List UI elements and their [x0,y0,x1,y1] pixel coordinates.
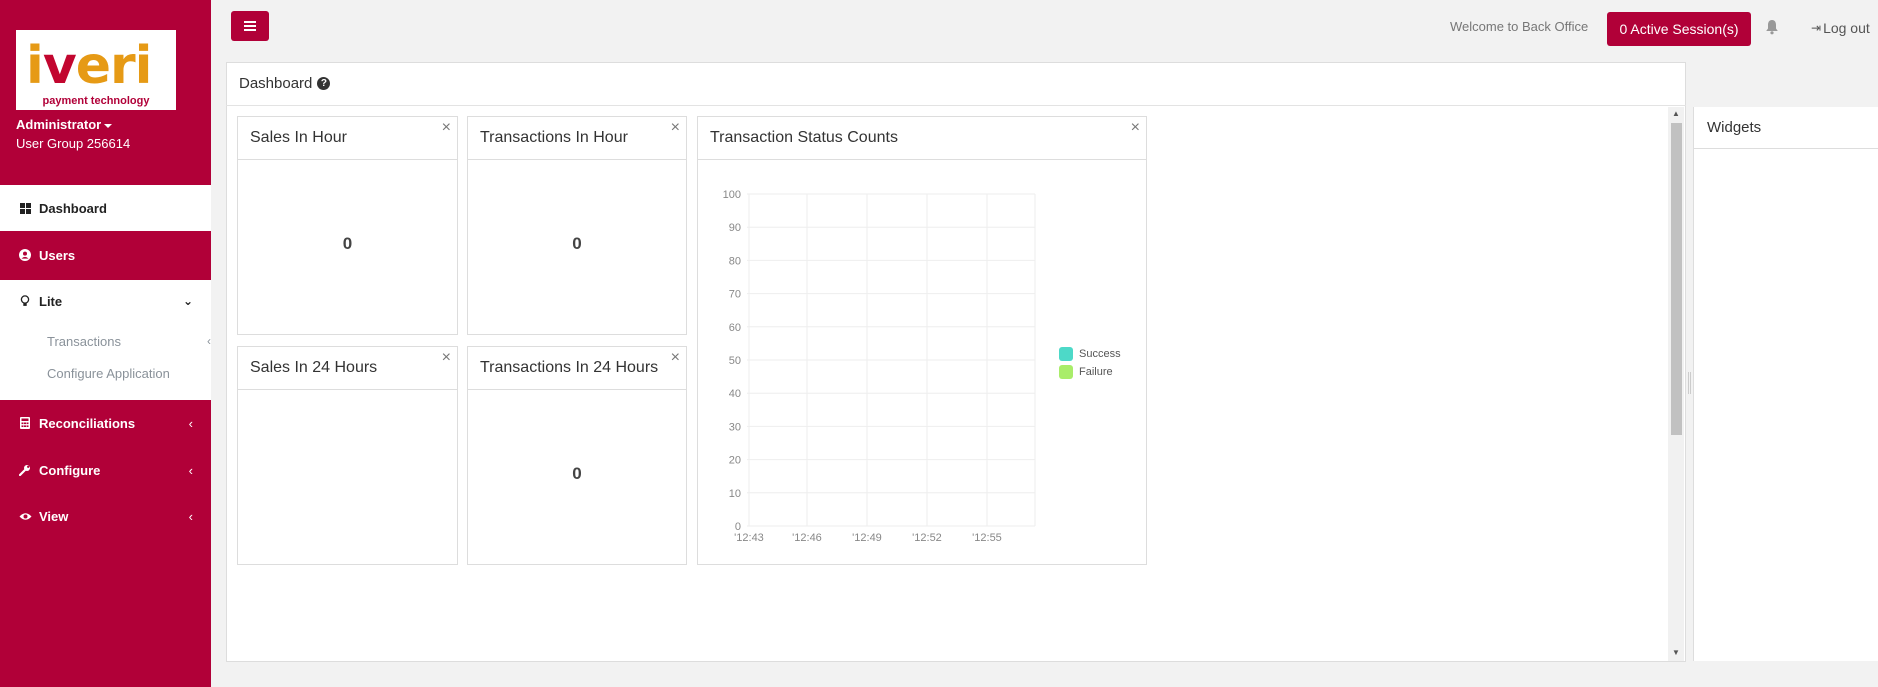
x-tick-label: '12:55 [972,532,1002,544]
widget-title: Sales In 24 Hours [250,359,378,376]
legend-swatch [1059,365,1073,379]
sidebar-item-label: View [39,508,69,524]
divider [1693,148,1878,149]
page-title: Dashboard ? [239,75,331,92]
active-sessions-button[interactable]: 0 Active Session(s) [1607,12,1751,46]
help-icon[interactable]: ? [317,77,331,90]
chevron-down-icon: ⌄ [182,294,193,308]
y-tick-label: 80 [729,255,741,267]
widget-value: 0 [572,464,582,483]
y-tick-label: 50 [729,355,741,367]
scroll-up-arrow-icon[interactable]: ▲ [1671,109,1681,119]
x-tick-label: '12:52 [912,532,942,544]
sidebar-subitem-configure-application[interactable]: Configure Application [47,366,170,381]
caret-down-icon [104,123,113,128]
y-tick-label: 100 [723,189,741,201]
user-group: User Group 256614 [16,136,131,151]
chevron-left-icon: ‹ [188,462,193,478]
y-tick-label: 60 [729,322,741,334]
logout-label: Log out [1823,20,1870,36]
widget-sales-in-24-hours: Sales In 24 Hours × [237,346,458,565]
logo-tagline: payment technology [42,95,150,107]
x-tick-label: '12:46 [792,532,822,544]
legend-item-success[interactable]: Success [1059,345,1121,363]
y-tick-label: 90 [729,222,741,234]
welcome-text: Welcome to Back Office [1450,19,1589,34]
user-menu[interactable]: Administrator [16,117,113,132]
divider [238,159,457,160]
divider [226,105,1686,106]
close-icon[interactable]: × [1131,119,1140,137]
sidebar-item-dashboard[interactable]: Dashboard [0,185,211,231]
scroll-down-arrow-icon[interactable]: ▼ [1671,648,1681,658]
scrollbar-thumb[interactable] [1671,123,1682,435]
logo-wordmark: iveri [26,36,152,96]
sign-out-icon: ⇥ [1811,21,1822,35]
close-icon[interactable]: × [671,349,680,367]
app-root: iveri payment technology Administrator U… [0,0,1878,687]
widget-transactions-in-hour: Transactions In Hour × 0 [467,116,687,335]
chevron-left-icon: ‹ [207,334,211,348]
widget-title: Transactions In Hour [480,129,628,146]
divider [468,389,686,390]
y-tick-label: 40 [729,388,741,400]
sidebar-item-lite[interactable]: Lite ⌄ [0,282,211,320]
divider [238,389,457,390]
x-tick-label: '12:49 [852,532,882,544]
legend-item-failure[interactable]: Failure [1059,363,1121,381]
user-name: Administrator [16,117,102,132]
dashboard-grid-icon [16,202,34,214]
chart-legend: Success Failure [1059,345,1121,381]
sidebar-item-users[interactable]: Users [0,232,211,278]
legend-label: Failure [1079,366,1113,378]
close-icon[interactable]: × [442,349,451,367]
sidebar-subitem-transactions[interactable]: Transactions ‹ [47,334,211,349]
sidebar-item-view[interactable]: View ‹ [0,493,211,539]
sidebar-item-label: Dashboard [39,200,107,216]
hamburger-icon [244,25,256,27]
resize-handle[interactable] [1688,372,1691,394]
wrench-icon [16,464,34,476]
x-tick-label: '12:43 [734,532,764,544]
sidebar-item-label: Lite [39,293,63,309]
close-icon[interactable]: × [442,119,451,137]
logout-link[interactable]: ⇥ Log out [1811,20,1870,36]
divider [468,159,686,160]
widget-title: Transactions In 24 Hours [480,359,659,376]
y-tick-label: 30 [729,421,741,433]
chevron-left-icon: ‹ [188,508,193,524]
brand-logo: iveri payment technology [16,30,176,110]
menu-toggle-button[interactable] [231,11,269,41]
close-icon[interactable]: × [671,119,680,137]
user-circle-icon [16,249,34,261]
widget-value: 0 [342,234,353,253]
page-title-text: Dashboard [239,75,313,92]
bell-icon[interactable] [1765,19,1779,35]
sidebar-subitem-label: Transactions [47,334,121,349]
widget-title: Sales In Hour [250,129,347,146]
eye-icon [16,512,34,521]
sidebar-item-configure[interactable]: Configure ‹ [0,447,211,493]
widget-value: 0 [572,234,582,253]
legend-label: Success [1079,348,1121,360]
y-tick-label: 10 [729,488,741,500]
sidebar-item-label: Users [39,247,76,263]
y-tick-label: 70 [729,289,741,301]
sidebar-item-label: Configure [39,462,101,478]
legend-swatch [1059,347,1073,361]
widget-title: Transaction Status Counts [710,129,898,146]
widgets-panel [1693,107,1878,661]
widget-transactions-in-24-hours: Transactions In 24 Hours × 0 [467,346,687,565]
sidebar-item-reconciliations[interactable]: Reconciliations ‹ [0,400,211,446]
y-tick-label: 20 [729,455,741,467]
chevron-left-icon: ‹ [188,415,193,431]
calculator-icon [16,417,34,429]
lightbulb-icon [16,295,34,307]
widget-sales-in-hour: Sales In Hour × 0 [237,116,458,335]
sidebar-item-label: Reconciliations [39,415,136,431]
widgets-panel-title: Widgets [1707,119,1762,136]
